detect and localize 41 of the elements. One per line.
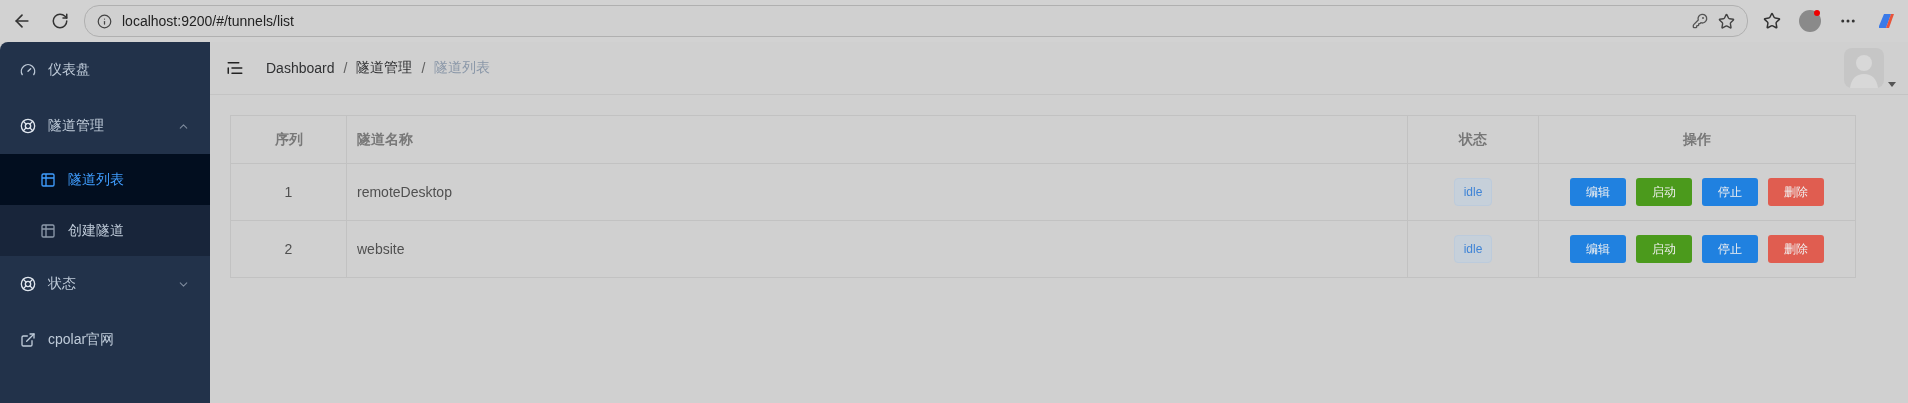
lifebuoy-icon <box>20 276 36 292</box>
action-button[interactable]: 停止 <box>1702 235 1758 263</box>
profile-icon[interactable] <box>1799 10 1821 32</box>
table-cell: website <box>346 220 1408 278</box>
column-header: 状态 <box>1407 115 1539 164</box>
action-button[interactable]: 编辑 <box>1570 178 1626 206</box>
submenu-item[interactable]: 隧道列表 <box>0 154 210 205</box>
reload-icon[interactable] <box>51 12 69 30</box>
breadcrumb-separator: / <box>421 60 426 76</box>
menu-item[interactable]: cpolar官网 <box>0 312 210 368</box>
info-icon <box>97 13 112 29</box>
favorites-icon[interactable] <box>1763 12 1781 30</box>
table-icon <box>40 222 56 239</box>
table-cell: 2 <box>230 220 347 278</box>
key-icon[interactable] <box>1692 13 1708 29</box>
gauge-icon <box>20 62 36 78</box>
table-cell: remoteDesktop <box>346 163 1408 221</box>
table-icon <box>40 171 56 188</box>
column-header: 操作 <box>1538 115 1856 164</box>
submenu-item[interactable]: 创建隧道 <box>0 205 210 256</box>
status-tag: idle <box>1453 178 1493 206</box>
breadcrumb-separator: / <box>343 60 348 76</box>
breadcrumb-item[interactable]: 隧道管理 <box>356 59 413 77</box>
menu-toggle-icon[interactable] <box>226 59 244 77</box>
status-tag: idle <box>1453 235 1493 263</box>
lifebuoy-icon <box>20 118 36 134</box>
address-bar[interactable]: localhost:9200/#/tunnels/list <box>84 5 1748 37</box>
menu-item[interactable]: 仪表盘 <box>0 42 210 98</box>
menu-item[interactable]: 隧道管理 <box>0 98 210 154</box>
column-header: 隧道名称 <box>346 115 1408 164</box>
star-icon[interactable] <box>1718 12 1735 30</box>
caret-icon[interactable] <box>1888 82 1896 88</box>
menu-item[interactable]: 状态 <box>0 256 210 312</box>
breadcrumb-item[interactable]: Dashboard <box>266 60 335 76</box>
breadcrumb-item: 隧道列表 <box>434 59 491 77</box>
action-button[interactable]: 编辑 <box>1570 235 1626 263</box>
column-header: 序列 <box>230 115 347 164</box>
external-link-icon <box>20 332 36 348</box>
action-button[interactable]: 停止 <box>1702 178 1758 206</box>
url-text: localhost:9200/#/tunnels/list <box>122 13 295 29</box>
table-cell: 1 <box>230 163 347 221</box>
